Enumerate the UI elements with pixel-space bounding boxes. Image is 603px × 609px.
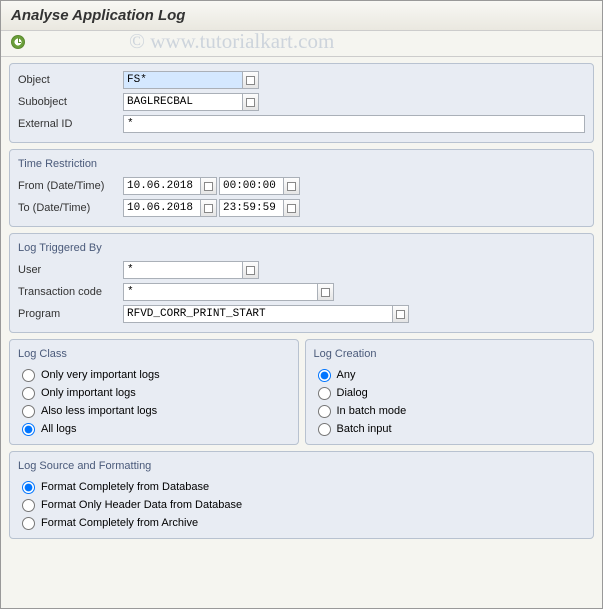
execute-icon[interactable] bbox=[11, 35, 25, 49]
log-class-radio-4[interactable] bbox=[22, 423, 35, 436]
log-creation-label-1[interactable]: Any bbox=[337, 369, 356, 381]
two-col-container: Log Class Only very important logs Only … bbox=[9, 339, 594, 451]
log-triggered-title: Log Triggered By bbox=[18, 240, 585, 256]
external-id-input[interactable] bbox=[123, 115, 585, 133]
log-creation-radio-4[interactable] bbox=[318, 423, 331, 436]
log-source-label-2[interactable]: Format Only Header Data from Database bbox=[41, 499, 242, 511]
program-row: Program bbox=[18, 304, 585, 324]
user-lookup-icon[interactable] bbox=[243, 261, 259, 279]
from-date-lookup-icon[interactable] bbox=[201, 177, 217, 195]
log-creation-label-2[interactable]: Dialog bbox=[337, 387, 368, 399]
from-label: From (Date/Time) bbox=[18, 180, 123, 192]
user-row: User bbox=[18, 260, 585, 280]
external-id-row: External ID bbox=[18, 114, 585, 134]
log-creation-label-4[interactable]: Batch input bbox=[337, 423, 392, 435]
to-label: To (Date/Time) bbox=[18, 202, 123, 214]
from-row: From (Date/Time) bbox=[18, 176, 585, 196]
log-class-label-2[interactable]: Only important logs bbox=[41, 387, 136, 399]
log-class-label-1[interactable]: Only very important logs bbox=[41, 369, 160, 381]
log-creation-radio-3[interactable] bbox=[318, 405, 331, 418]
log-class-label-4[interactable]: All logs bbox=[41, 423, 76, 435]
log-creation-title: Log Creation bbox=[314, 346, 586, 362]
log-class-radio-1[interactable] bbox=[22, 369, 35, 382]
to-date-lookup-icon[interactable] bbox=[201, 199, 217, 217]
tcode-label: Transaction code bbox=[18, 286, 123, 298]
to-time-lookup-icon[interactable] bbox=[284, 199, 300, 217]
subobject-row: Subobject bbox=[18, 92, 585, 112]
to-row: To (Date/Time) bbox=[18, 198, 585, 218]
to-date-input[interactable] bbox=[123, 199, 201, 217]
log-creation-radio-2[interactable] bbox=[318, 387, 331, 400]
log-class-group: Log Class Only very important logs Only … bbox=[9, 339, 299, 445]
time-restriction-group: Time Restriction From (Date/Time) To (Da… bbox=[9, 149, 594, 227]
page-title: Analyse Application Log bbox=[1, 1, 602, 31]
tcode-lookup-icon[interactable] bbox=[318, 283, 334, 301]
from-date-input[interactable] bbox=[123, 177, 201, 195]
log-source-group: Log Source and Formatting Format Complet… bbox=[9, 451, 594, 539]
object-input[interactable] bbox=[123, 71, 243, 89]
tcode-row: Transaction code bbox=[18, 282, 585, 302]
to-time-input[interactable] bbox=[219, 199, 284, 217]
object-group: Object Subobject External ID bbox=[9, 63, 594, 143]
user-label: User bbox=[18, 264, 123, 276]
log-source-title: Log Source and Formatting bbox=[18, 458, 585, 474]
log-creation-group: Log Creation Any Dialog In batch mode Ba… bbox=[305, 339, 595, 445]
from-time-lookup-icon[interactable] bbox=[284, 177, 300, 195]
log-class-radio-2[interactable] bbox=[22, 387, 35, 400]
from-time-input[interactable] bbox=[219, 177, 284, 195]
user-input[interactable] bbox=[123, 261, 243, 279]
subobject-lookup-icon[interactable] bbox=[243, 93, 259, 111]
toolbar bbox=[1, 31, 602, 57]
log-source-radio-3[interactable] bbox=[22, 517, 35, 530]
program-label: Program bbox=[18, 308, 123, 320]
log-source-label-3[interactable]: Format Completely from Archive bbox=[41, 517, 198, 529]
content-area: Object Subobject External ID Time Restri… bbox=[1, 57, 602, 551]
subobject-input[interactable] bbox=[123, 93, 243, 111]
log-source-label-1[interactable]: Format Completely from Database bbox=[41, 481, 209, 493]
tcode-input[interactable] bbox=[123, 283, 318, 301]
log-creation-label-3[interactable]: In batch mode bbox=[337, 405, 407, 417]
object-label: Object bbox=[18, 74, 123, 86]
log-source-radio-2[interactable] bbox=[22, 499, 35, 512]
log-triggered-group: Log Triggered By User Transaction code P… bbox=[9, 233, 594, 333]
subobject-label: Subobject bbox=[18, 96, 123, 108]
object-row: Object bbox=[18, 70, 585, 90]
time-restriction-title: Time Restriction bbox=[18, 156, 585, 172]
log-creation-radio-1[interactable] bbox=[318, 369, 331, 382]
program-input[interactable] bbox=[123, 305, 393, 323]
program-lookup-icon[interactable] bbox=[393, 305, 409, 323]
external-id-label: External ID bbox=[18, 118, 123, 130]
log-class-label-3[interactable]: Also less important logs bbox=[41, 405, 157, 417]
object-lookup-icon[interactable] bbox=[243, 71, 259, 89]
log-class-radio-3[interactable] bbox=[22, 405, 35, 418]
log-class-title: Log Class bbox=[18, 346, 290, 362]
log-source-radio-1[interactable] bbox=[22, 481, 35, 494]
